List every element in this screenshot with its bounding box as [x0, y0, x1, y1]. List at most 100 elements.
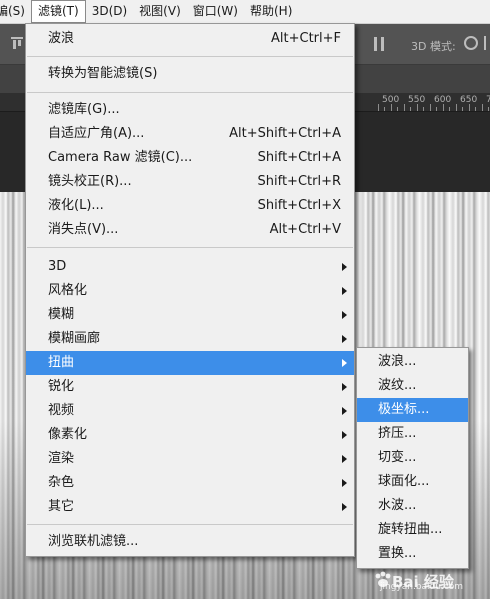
menu-item-liquify[interactable]: 液化(L)... Shift+Ctrl+X: [26, 194, 354, 218]
3d-mode-label: 3D 模式:: [411, 40, 456, 53]
menu-item-sharpen[interactable]: 锐化: [26, 375, 354, 399]
menu-item-label: 转换为智能滤镜(S): [48, 66, 158, 81]
menu-item-distort[interactable]: 扭曲: [26, 351, 354, 375]
menu-item-convert-smart-filter[interactable]: 转换为智能滤镜(S): [26, 62, 354, 86]
ruler-tick: [410, 107, 411, 111]
submenu-item-spherize[interactable]: 球面化...: [357, 470, 468, 494]
align-top-icon[interactable]: [10, 36, 24, 50]
submenu-item-polar-coordinates[interactable]: 极坐标...: [357, 398, 468, 422]
submenu-arrow-icon: [342, 263, 347, 271]
menu-item-pixelate[interactable]: 像素化: [26, 423, 354, 447]
menu-separator: [27, 92, 353, 93]
menu-filter[interactable]: 滤镜(T): [30, 0, 86, 23]
ruler-tick: [482, 104, 483, 111]
menu-3d[interactable]: 3D(D): [86, 0, 133, 23]
menu-item-label: 杂色: [48, 475, 75, 490]
ruler-tick: [449, 107, 450, 111]
submenu-item-ripple[interactable]: 波纹...: [357, 374, 468, 398]
filter-menu: 波浪 Alt+Ctrl+F 转换为智能滤镜(S) 滤镜库(G)... 自适应广角…: [25, 23, 355, 557]
submenu-arrow-icon: [342, 335, 347, 343]
ruler-tick: [462, 107, 463, 111]
menu-separator: [27, 56, 353, 57]
menu-item-adaptive-wide-angle[interactable]: 自适应广角(A)... Alt+Shift+Ctrl+A: [26, 122, 354, 146]
submenu-item-wave[interactable]: 波浪...: [357, 350, 468, 374]
menu-item-noise[interactable]: 杂色: [26, 471, 354, 495]
submenu-item-label: 切变...: [378, 450, 417, 465]
menu-item-label: 模糊: [48, 307, 75, 322]
menu-item-shortcut: Alt+Ctrl+F: [271, 31, 341, 46]
menu-item-label: 其它: [48, 499, 75, 514]
menu-item-blur[interactable]: 模糊: [26, 303, 354, 327]
submenu-arrow-icon: [342, 479, 347, 487]
menu-item-video[interactable]: 视频: [26, 399, 354, 423]
menu-item-label: 波浪: [48, 31, 75, 46]
submenu-item-displace[interactable]: 置换...: [357, 542, 468, 566]
ruler-tick: [384, 107, 385, 111]
submenu-arrow-icon: [342, 359, 347, 367]
menu-item-other[interactable]: 其它: [26, 495, 354, 519]
ruler-tick: [469, 104, 470, 111]
ruler-tick: [397, 107, 398, 111]
menu-item-filter-gallery[interactable]: 滤镜库(G)...: [26, 98, 354, 122]
ruler-tick: [443, 104, 444, 111]
menu-item-label: 滤镜库(G)...: [48, 102, 120, 117]
menu-edit[interactable]: 编(S): [0, 0, 31, 23]
menu-item-label: Camera Raw 滤镜(C)...: [48, 150, 193, 165]
menu-help[interactable]: 帮助(H): [244, 0, 298, 23]
3d-roll-icon[interactable]: [484, 36, 490, 50]
submenu-item-label: 置换...: [378, 546, 417, 561]
submenu-item-label: 波浪...: [378, 354, 417, 369]
ruler-tick: [475, 107, 476, 111]
menu-item-shortcut: Shift+Ctrl+A: [257, 150, 341, 165]
menu-item-browse-online-filters[interactable]: 浏览联机滤镜...: [26, 530, 354, 554]
menu-item-label: 镜头校正(R)...: [48, 174, 132, 189]
menu-item-label: 消失点(V)...: [48, 222, 119, 237]
submenu-item-label: 极坐标...: [378, 402, 430, 417]
menu-item-shortcut: Shift+Ctrl+X: [257, 198, 341, 213]
menu-item-lens-correction[interactable]: 镜头校正(R)... Shift+Ctrl+R: [26, 170, 354, 194]
submenu-item-label: 挤压...: [378, 426, 417, 441]
menu-separator: [27, 247, 353, 248]
submenu-item-zigzag[interactable]: 水波...: [357, 494, 468, 518]
watermark-url: jingyan.baidu.com: [380, 582, 464, 592]
ruler-label: 700: [486, 95, 490, 105]
menu-item-label: 3D: [48, 259, 67, 274]
menu-item-3d[interactable]: 3D: [26, 255, 354, 279]
submenu-arrow-icon: [342, 383, 347, 391]
ruler-tick: [404, 104, 405, 111]
submenu-item-label: 水波...: [378, 498, 417, 513]
menu-separator: [27, 524, 353, 525]
menu-item-blur-gallery[interactable]: 模糊画廊: [26, 327, 354, 351]
menu-item-label: 视频: [48, 403, 75, 418]
distribute-icon[interactable]: [374, 37, 384, 51]
menu-item-render[interactable]: 渲染: [26, 447, 354, 471]
submenu-item-label: 波纹...: [378, 378, 417, 393]
menu-item-label: 锐化: [48, 379, 75, 394]
submenu-item-twirl[interactable]: 旋转扭曲...: [357, 518, 468, 542]
distort-submenu: 波浪... 波纹... 极坐标... 挤压... 切变... 球面化... 水波…: [356, 347, 469, 569]
menu-item-camera-raw[interactable]: Camera Raw 滤镜(C)... Shift+Ctrl+A: [26, 146, 354, 170]
submenu-item-label: 旋转扭曲...: [378, 522, 443, 537]
ruler-tick: [430, 104, 431, 111]
3d-rotate-icon[interactable]: [464, 36, 478, 50]
ruler-tick: [488, 107, 489, 111]
menu-item-last-filter-wave[interactable]: 波浪 Alt+Ctrl+F: [26, 27, 354, 51]
ruler-tick: [456, 104, 457, 111]
menu-item-label: 扭曲: [48, 355, 75, 370]
menu-item-vanishing-point[interactable]: 消失点(V)... Alt+Ctrl+V: [26, 218, 354, 242]
submenu-item-shear[interactable]: 切变...: [357, 446, 468, 470]
menu-item-label: 液化(L)...: [48, 198, 104, 213]
menu-item-label: 自适应广角(A)...: [48, 126, 145, 141]
submenu-item-pinch[interactable]: 挤压...: [357, 422, 468, 446]
menu-item-shortcut: Alt+Shift+Ctrl+A: [229, 126, 341, 141]
menu-item-shortcut: Alt+Ctrl+V: [269, 222, 341, 237]
menu-item-stylize[interactable]: 风格化: [26, 279, 354, 303]
submenu-arrow-icon: [342, 431, 347, 439]
menu-window[interactable]: 窗口(W): [187, 0, 244, 23]
menu-item-shortcut: Shift+Ctrl+R: [257, 174, 342, 189]
submenu-item-label: 球面化...: [378, 474, 430, 489]
ruler-tick: [378, 104, 379, 111]
submenu-arrow-icon: [342, 503, 347, 511]
menu-view[interactable]: 视图(V): [133, 0, 187, 23]
menu-item-label: 像素化: [48, 427, 88, 442]
